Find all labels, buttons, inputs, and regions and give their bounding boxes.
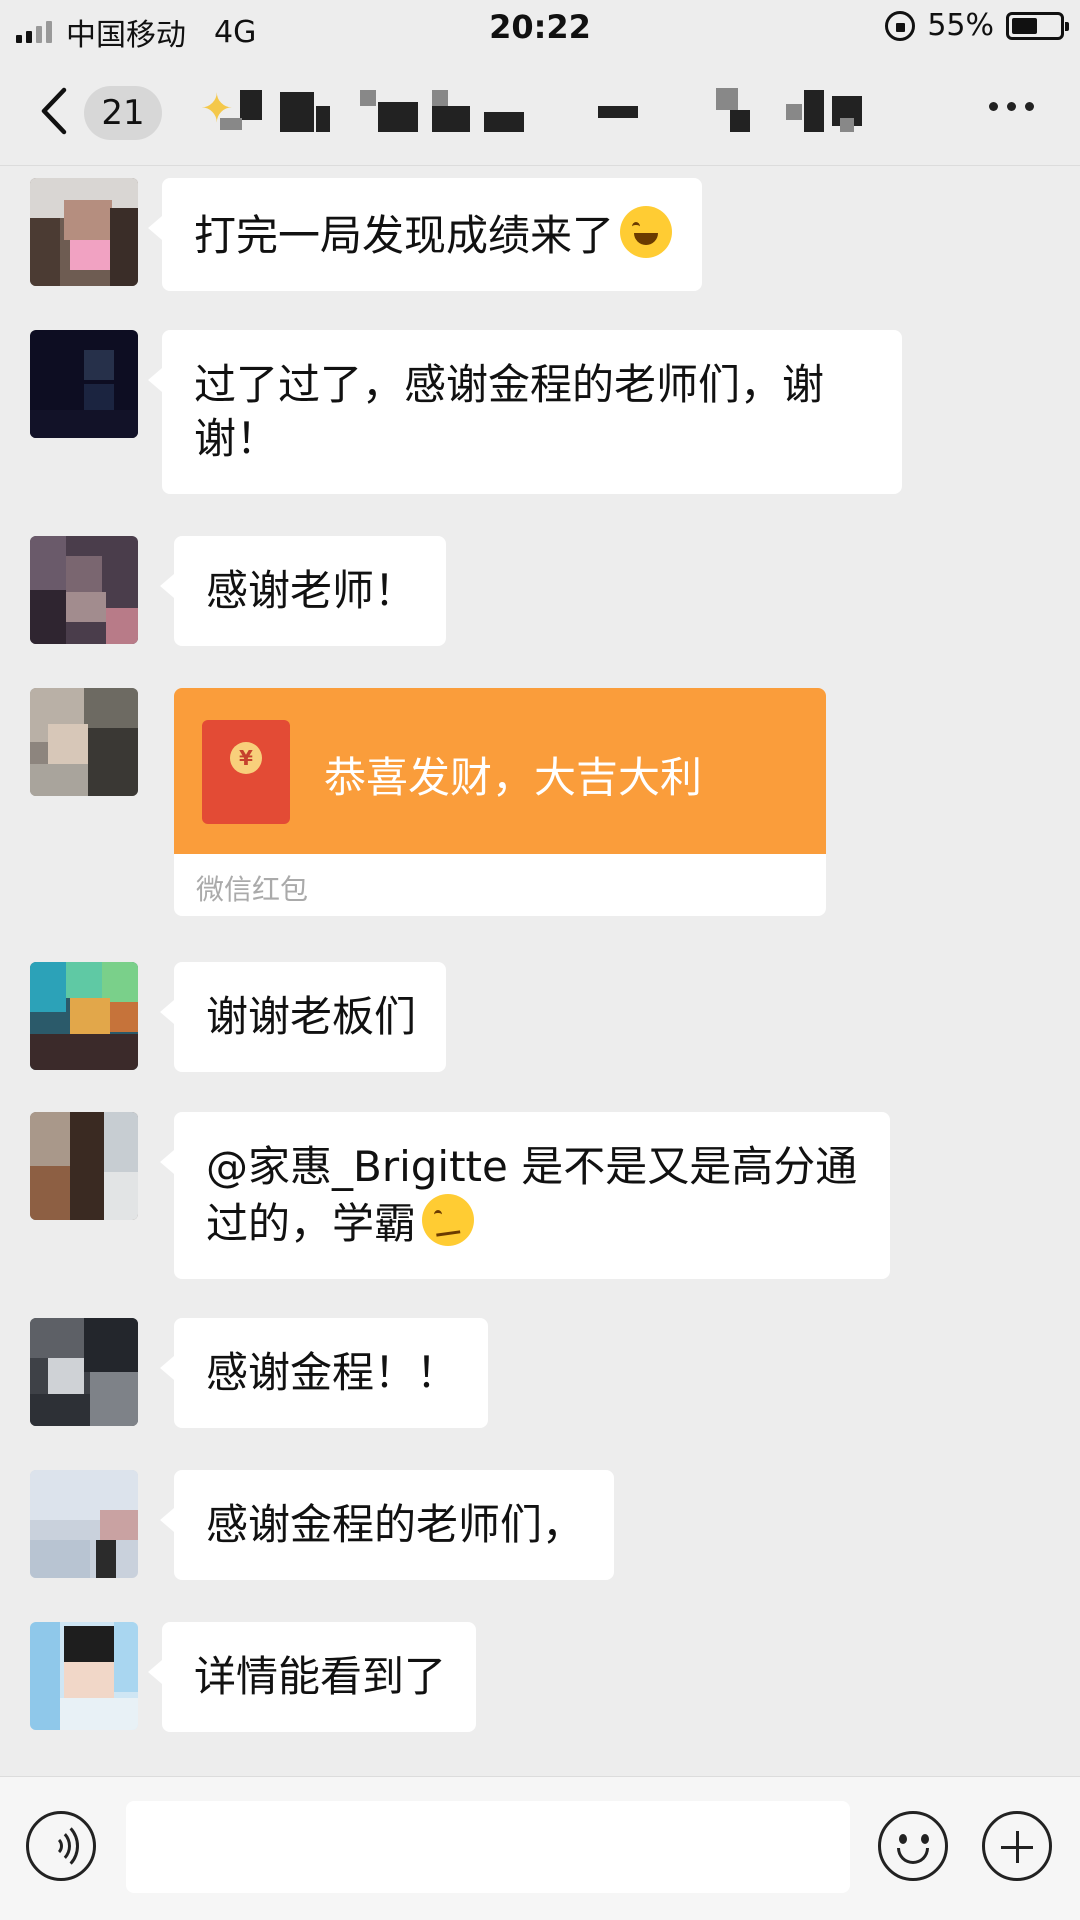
message-bubble[interactable]: 感谢老师！ [159, 536, 447, 646]
avatar[interactable] [30, 330, 138, 438]
red-packet-card[interactable]: ¥ 恭喜发财，大吉大利 微信红包 [174, 688, 826, 916]
input-bar [0, 1776, 1080, 1920]
back-arrow-icon[interactable] [36, 86, 76, 136]
battery-percent: 55% [927, 8, 994, 43]
message-bubble[interactable]: 谢谢老板们 [159, 962, 447, 1072]
message-bubble[interactable]: @家惠_Brigitte 是不是又是高分通过的，学霸 [160, 1112, 890, 1279]
red-packet-greeting: 恭喜发财，大吉大利 [324, 753, 703, 802]
avatar[interactable] [30, 1622, 138, 1730]
message-text: 详情能看到了 [194, 1652, 447, 1701]
message-input[interactable] [126, 1801, 850, 1893]
voice-input-icon[interactable] [26, 1811, 96, 1881]
avatar[interactable] [30, 1318, 138, 1426]
more-options-icon[interactable] [989, 102, 1034, 111]
message-text: 感谢老师！ [206, 566, 417, 615]
red-packet-label: 微信红包 [196, 873, 309, 906]
chat-title-obscured: ✦ [200, 82, 900, 142]
avatar[interactable] [30, 178, 138, 286]
avatar[interactable] [30, 688, 138, 796]
status-bar: 中国移动 4G 20:22 55% [0, 0, 1080, 56]
battery-icon [1006, 11, 1069, 40]
smirk-emoji-icon [422, 1194, 475, 1246]
red-envelope-icon: ¥ [202, 720, 290, 824]
message-bubble[interactable]: 打完一局发现成绩来了 [147, 178, 703, 291]
avatar[interactable] [30, 1470, 138, 1578]
avatar[interactable] [30, 536, 138, 644]
message-bubble[interactable]: 详情能看到了 [147, 1622, 477, 1732]
add-attachment-icon[interactable] [982, 1811, 1052, 1881]
laugh-tears-emoji-icon [620, 206, 673, 258]
rotation-lock-icon [885, 10, 916, 41]
message-bubble[interactable]: 感谢金程！！ [159, 1318, 489, 1428]
avatar[interactable] [30, 1112, 138, 1220]
unread-count-badge[interactable]: 21 [84, 86, 162, 140]
message-text: 打完一局发现成绩来了 [194, 211, 615, 260]
message-bubble[interactable]: 感谢金程的老师们， [159, 1470, 615, 1580]
message-text: 感谢金程的老师们， [206, 1500, 585, 1549]
avatar[interactable] [30, 962, 138, 1070]
chat-screen: 中国移动 4G 20:22 55% 21 ✦ 打完一局发现成绩来了 过了过了，感… [0, 0, 1080, 1920]
message-text: 过了过了，感谢金程的老师们，谢谢！ [194, 360, 825, 463]
message-text: 谢谢老板们 [206, 992, 417, 1041]
message-bubble[interactable]: 过了过了，感谢金程的老师们，谢谢！ [148, 330, 902, 494]
chat-header: 21 ✦ [0, 56, 1080, 166]
message-text: @家惠_Brigitte 是不是又是高分通过的，学霸 [206, 1142, 858, 1248]
emoji-picker-icon[interactable] [878, 1811, 948, 1881]
message-text: 感谢金程！！ [206, 1348, 459, 1397]
